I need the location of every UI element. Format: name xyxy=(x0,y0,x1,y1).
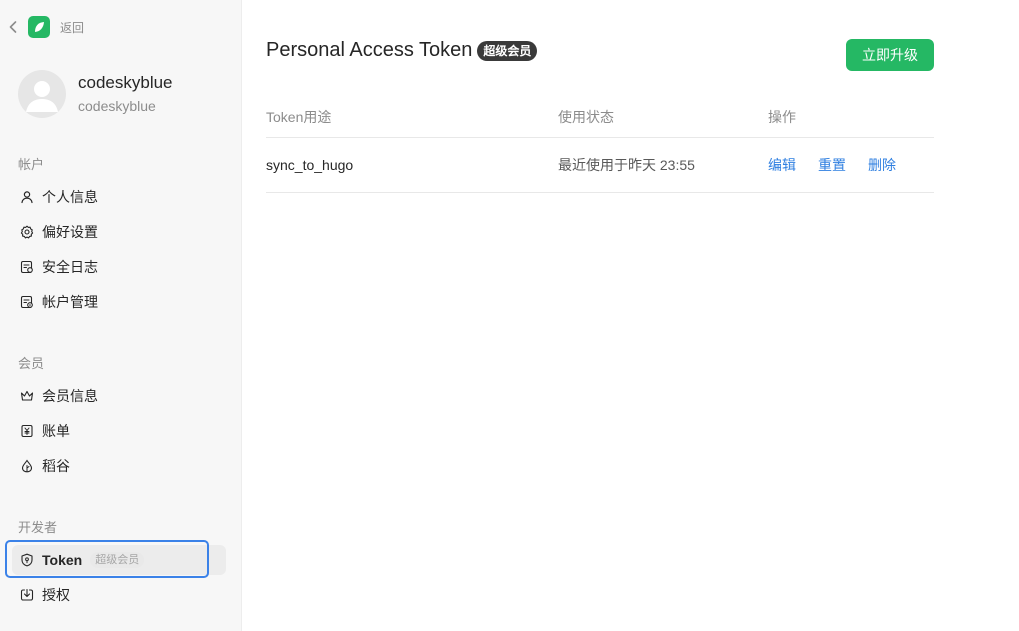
user-icon xyxy=(19,190,34,205)
shield-icon xyxy=(19,553,34,568)
authorize-icon xyxy=(19,588,34,603)
sidebar-item-label: 帐户管理 xyxy=(42,294,98,310)
back-button[interactable]: 返回 xyxy=(6,14,84,40)
back-label: 返回 xyxy=(60,20,85,35)
token-purpose: sync_to_hugo xyxy=(266,157,354,173)
sidebar-item-preferences[interactable]: 偏好设置 xyxy=(12,217,226,247)
table-row: sync_to_hugo 最近使用于昨天 23:55 编辑 重置 删除 xyxy=(266,138,934,193)
sidebar-item-token[interactable]: Token 超级会员 xyxy=(12,545,226,575)
sidebar-item-label: 稻谷 xyxy=(42,458,70,474)
token-status: 最近使用于昨天 23:55 xyxy=(558,157,695,173)
delete-link[interactable]: 删除 xyxy=(868,155,896,175)
avatar xyxy=(18,70,66,118)
app-logo-icon xyxy=(28,16,50,38)
column-header-actions: 操作 xyxy=(768,108,796,125)
sidebar-item-profile-info[interactable]: 个人信息 xyxy=(12,182,226,212)
sidebar-item-label: 会员信息 xyxy=(42,388,98,404)
super-member-badge: 超级会员 xyxy=(477,40,538,61)
sidebar-item-bill[interactable]: 账单 xyxy=(12,416,226,446)
yen-bill-icon xyxy=(19,424,34,439)
upgrade-button[interactable]: 立即升级 xyxy=(846,39,934,71)
page-title: Personal Access Token 超级会员 xyxy=(266,39,538,62)
column-header-purpose: Token用途 xyxy=(266,108,332,125)
table-header: Token用途 使用状态 操作 xyxy=(266,96,934,138)
sidebar-item-label: 个人信息 xyxy=(42,189,98,205)
sidebar: 返回 codeskyblue codeskyblue 帐户 个人信息 偏好设置 … xyxy=(0,0,242,631)
token-actions: 编辑 重置 删除 xyxy=(768,155,934,175)
sidebar-item-label: 账单 xyxy=(42,423,70,439)
main-content: Personal Access Token 超级会员 立即升级 Token用途 … xyxy=(243,0,1019,631)
drop-icon xyxy=(19,459,34,474)
sidebar-item-rice[interactable]: 稻谷 xyxy=(12,451,226,481)
sidebar-item-authorize[interactable]: 授权 xyxy=(12,580,226,610)
profile-name: codeskyblue xyxy=(78,73,173,92)
super-member-badge: 超级会员 xyxy=(90,552,145,568)
sidebar-item-label: 偏好设置 xyxy=(42,224,98,240)
account-manage-icon xyxy=(19,295,34,310)
user-profile[interactable]: codeskyblue codeskyblue xyxy=(18,70,173,118)
sidebar-item-security-log[interactable]: 安全日志 xyxy=(12,252,226,282)
page-title-text: Personal Access Token xyxy=(266,39,473,61)
sidebar-item-label: 安全日志 xyxy=(42,259,98,275)
sidebar-item-label: Token xyxy=(42,552,83,568)
profile-login: codeskyblue xyxy=(78,98,156,114)
group-title-membership: 会员 xyxy=(18,356,45,371)
column-header-status: 使用状态 xyxy=(558,108,614,125)
crown-icon xyxy=(19,389,34,404)
group-title-account: 帐户 xyxy=(18,157,45,172)
sidebar-item-account-management[interactable]: 帐户管理 xyxy=(12,287,226,317)
sidebar-item-membership-info[interactable]: 会员信息 xyxy=(12,381,226,411)
security-log-icon xyxy=(19,260,34,275)
sidebar-item-label: 授权 xyxy=(42,587,70,603)
reset-link[interactable]: 重置 xyxy=(818,155,846,175)
group-title-developer: 开发者 xyxy=(18,520,58,535)
edit-link[interactable]: 编辑 xyxy=(768,155,796,175)
token-table: Token用途 使用状态 操作 sync_to_hugo 最近使用于昨天 23:… xyxy=(266,96,934,193)
gear-icon xyxy=(19,225,34,240)
chevron-left-icon xyxy=(6,14,20,40)
